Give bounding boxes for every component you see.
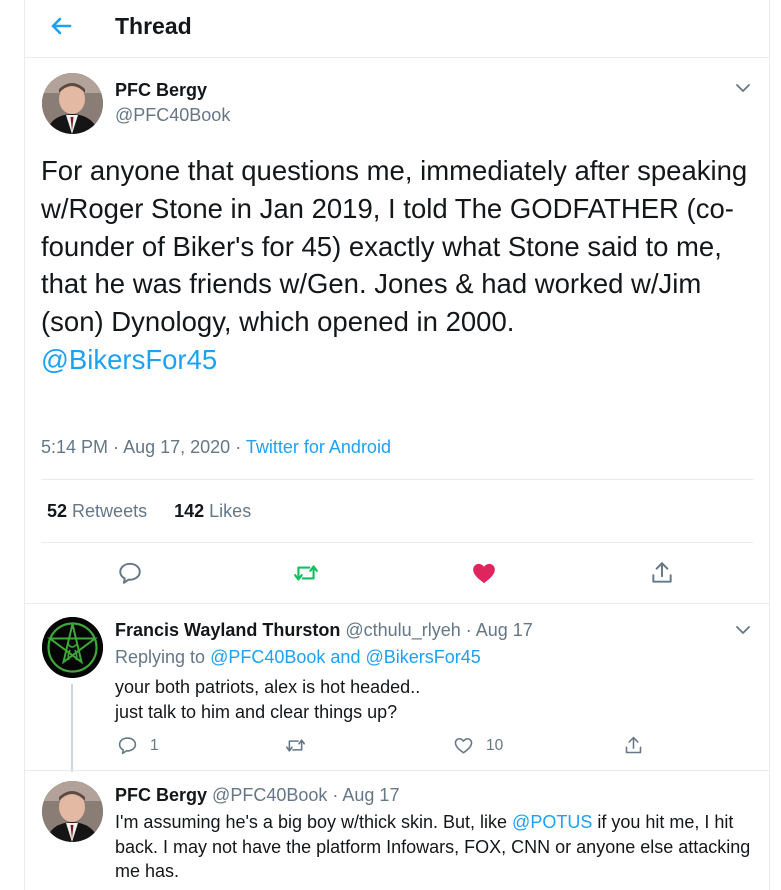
retweet-icon[interactable] — [293, 560, 319, 586]
meta-separator: · — [113, 437, 120, 457]
tweet-stats: 52 Retweets 142 Likes — [47, 501, 273, 522]
reply-author-name[interactable]: Francis Wayland Thurston — [115, 620, 340, 640]
chevron-down-icon[interactable] — [735, 624, 751, 636]
tweet-time[interactable]: 5:14 PM — [41, 437, 108, 457]
avatar[interactable] — [42, 73, 103, 134]
avatar[interactable] — [42, 617, 103, 678]
author-name[interactable]: PFC Bergy — [115, 80, 207, 101]
replying-prefix: Replying to — [115, 647, 206, 667]
replying-to: Replying to @PFC40Book and @BikersFor45 — [115, 647, 481, 668]
likes-count: 142 — [174, 501, 205, 521]
replying-user-link[interactable]: @BikersFor45 — [365, 647, 480, 667]
reply-icon[interactable] — [117, 560, 143, 586]
retweet-action[interactable] — [285, 735, 306, 756]
divider — [41, 542, 753, 543]
arrow-left-icon[interactable] — [47, 12, 75, 40]
likes-label: Likes — [209, 501, 252, 521]
retweet-icon — [285, 739, 306, 752]
reply-text-start: I'm assuming he's a big boy w/thick skin… — [115, 812, 513, 832]
reply-text: your both patriots, alex is hot headed..… — [115, 675, 765, 724]
reply-count: 1 — [150, 736, 159, 754]
tweet-body: For anyone that questions me, immediatel… — [41, 155, 748, 338]
meta-separator: · — [332, 785, 339, 805]
retweets-label: Retweets — [72, 501, 148, 521]
retweets-count: 52 — [47, 501, 68, 521]
likes-stat[interactable]: 142 Likes — [174, 501, 251, 521]
reply-date[interactable]: Aug 17 — [476, 620, 533, 640]
thread-page: Thread PFC Bergy @PFC40Book For anyone t… — [24, 0, 770, 890]
reply-icon — [118, 737, 137, 755]
tweet-meta: 5:14 PM · Aug 17, 2020 · Twitter for And… — [41, 437, 391, 458]
divider — [25, 770, 769, 771]
mention-link[interactable]: @BikersFor45 — [41, 344, 217, 375]
reply-line: your both patriots, alex is hot headed.. — [115, 677, 421, 697]
reply-author-name[interactable]: PFC Bergy — [115, 785, 207, 805]
reply-header: PFC Bergy @PFC40Book · Aug 17 — [115, 785, 399, 806]
like-count: 10 — [486, 736, 504, 754]
mention-link[interactable]: @POTUS — [512, 812, 592, 832]
heart-icon[interactable] — [471, 560, 497, 586]
tweet-text: For anyone that questions me, immediatel… — [41, 152, 751, 379]
reply-date[interactable]: Aug 17 — [342, 785, 399, 805]
share-icon — [625, 736, 642, 754]
thread-connector — [71, 684, 73, 772]
chevron-down-icon[interactable] — [735, 82, 751, 94]
reply-header: Francis Wayland Thurston @cthulu_rlyeh ·… — [115, 620, 533, 641]
retweets-stat[interactable]: 52 Retweets — [47, 501, 147, 521]
meta-separator: · — [235, 437, 242, 457]
tweet-date[interactable]: Aug 17, 2020 — [123, 437, 230, 457]
tweet-source-link[interactable]: Twitter for Android — [246, 437, 391, 457]
heart-icon — [454, 737, 473, 754]
avatar[interactable] — [42, 781, 103, 842]
divider — [25, 603, 769, 604]
page-title: Thread — [115, 13, 192, 39]
replying-user-link[interactable]: @PFC40Book — [210, 647, 325, 667]
share-icon[interactable] — [649, 560, 675, 586]
divider — [41, 479, 753, 480]
thread-header: Thread — [25, 0, 769, 58]
reply-text: I'm assuming he's a big boy w/thick skin… — [115, 810, 765, 884]
reply-author-handle[interactable]: @PFC40Book — [212, 785, 327, 805]
author-handle[interactable]: @PFC40Book — [115, 105, 230, 126]
reply-author-handle[interactable]: @cthulu_rlyeh — [345, 620, 460, 640]
reply-action[interactable]: 1 — [117, 735, 159, 756]
replying-and: and — [330, 647, 361, 667]
reply-line: just talk to him and clear things up? — [115, 701, 398, 722]
like-action[interactable]: 10 — [453, 735, 503, 756]
meta-separator: · — [465, 620, 472, 640]
share-action[interactable] — [623, 735, 644, 756]
